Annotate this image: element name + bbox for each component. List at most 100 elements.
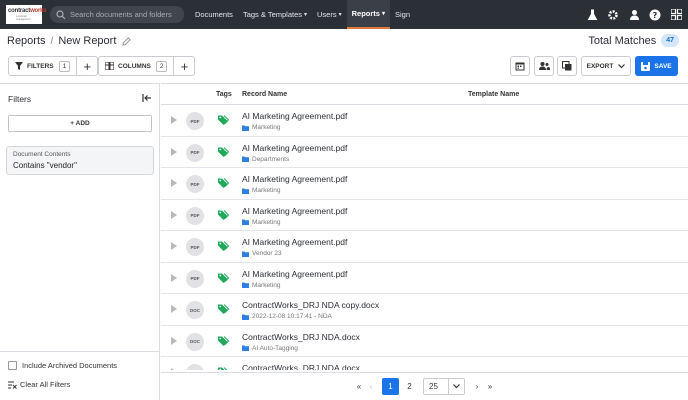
user-icon[interactable] <box>628 9 640 21</box>
folder-icon <box>242 314 249 320</box>
record-name-link[interactable]: AI Marketing Agreement.pdf <box>242 237 347 247</box>
page-size-select[interactable]: 25 <box>423 378 465 395</box>
expand-row-icon[interactable] <box>171 147 177 156</box>
columns-button[interactable]: COLUMNS 2 <box>99 57 175 75</box>
tags-icon[interactable] <box>217 366 229 370</box>
record-folder[interactable]: Marketing <box>242 219 281 226</box>
top-navbar: contractworks a contract management Docu… <box>0 0 688 29</box>
column-header-template-name[interactable]: Template Name <box>468 91 519 98</box>
last-page-button[interactable]: » <box>484 378 496 395</box>
search-icon <box>56 9 66 19</box>
contractworks-logo[interactable]: contractworks a contract management <box>6 5 47 24</box>
record-name-link[interactable]: AI Marketing Agreement.pdf <box>242 206 347 216</box>
table-row[interactable]: DOC ContractWorks_DRJ NDA.docx <box>161 357 688 370</box>
record-name-link[interactable]: AI Marketing Agreement.pdf <box>242 111 347 121</box>
help-icon[interactable]: ? <box>649 9 661 21</box>
record-folder[interactable]: Marketing <box>242 187 281 194</box>
chevron-down-icon <box>618 63 626 68</box>
tags-icon[interactable] <box>217 114 229 126</box>
page-title: New Report <box>58 35 117 47</box>
prev-page-button[interactable]: ‹ <box>365 378 377 395</box>
folder-icon <box>242 251 249 257</box>
record-name-link[interactable]: ContractWorks_DRJ NDA copy.docx <box>242 300 379 310</box>
collapse-sidebar-icon[interactable] <box>142 93 152 103</box>
record-folder[interactable]: Marketing <box>242 124 281 131</box>
tags-icon[interactable] <box>217 272 229 284</box>
tags-icon[interactable] <box>217 209 229 221</box>
expand-row-icon[interactable] <box>171 179 177 187</box>
table-row[interactable]: DOC ContractWorks_DRJ NDA copy.docx 2022-1… <box>161 294 688 326</box>
share-users-button[interactable] <box>534 56 554 76</box>
table-row[interactable]: PDF AI Marketing Agreement.pdf Marketing <box>161 263 688 294</box>
expand-row-icon[interactable] <box>171 242 177 250</box>
expand-row-icon[interactable] <box>171 305 177 313</box>
expand-row-icon[interactable] <box>171 210 177 219</box>
nav-tags-templates[interactable]: Tags & Templates ▾ <box>238 0 312 29</box>
record-name-link[interactable]: AI Marketing Agreement.pdf <box>242 174 347 184</box>
page-2-button[interactable]: 2 <box>401 378 418 395</box>
search-bar[interactable] <box>50 6 184 23</box>
clear-all-filters-button[interactable]: Clear All Filters <box>8 380 70 389</box>
record-name-link[interactable]: ContractWorks_DRJ NDA.docx <box>242 332 360 342</box>
table-row[interactable]: PDF AI Marketing Agreement.pdf Marketing <box>161 168 688 200</box>
table-row[interactable]: DOC ContractWorks_DRJ NDA.docx AI Auto-Tag… <box>161 326 688 357</box>
expand-row-icon[interactable] <box>171 336 177 345</box>
include-archived-label[interactable]: Include Archived Documents <box>22 361 117 370</box>
add-column-plus-button[interactable]: + <box>174 57 194 75</box>
nav-sign[interactable]: Sign <box>390 0 415 29</box>
tags-icon[interactable] <box>217 335 229 347</box>
flask-icon[interactable] <box>586 9 598 21</box>
record-folder[interactable]: Vendor 23 <box>242 250 282 257</box>
folder-icon <box>242 345 249 351</box>
nav-users[interactable]: Users ▾ <box>312 0 347 29</box>
record-folder[interactable]: AI Auto-Tagging <box>242 345 298 352</box>
tags-icon[interactable] <box>217 177 229 189</box>
table-row[interactable]: PDF AI Marketing Agreement.pdf Marketing <box>161 105 688 137</box>
file-type-icon: DOC <box>186 332 204 351</box>
page-1-button[interactable]: 1 <box>382 378 399 395</box>
expand-row-icon[interactable] <box>171 368 177 370</box>
column-header-tags[interactable]: Tags <box>216 91 232 98</box>
column-header-record-name[interactable]: Record Name <box>242 91 287 98</box>
page-header: Reports / New Report Total Matches 47 <box>0 29 688 53</box>
record-folder[interactable]: Marketing <box>242 282 281 289</box>
gear-icon[interactable] <box>607 9 619 21</box>
next-page-button[interactable]: › <box>471 378 483 395</box>
record-name-link[interactable]: AI Marketing Agreement.pdf <box>242 143 347 153</box>
filter-card-document-contents[interactable]: Document Contents Contains "vendor" <box>6 146 154 175</box>
breadcrumb: Reports / New Report <box>7 35 132 47</box>
first-page-button[interactable]: « <box>353 378 365 395</box>
save-button[interactable]: SAVE <box>635 56 678 76</box>
record-folder[interactable]: 2022-12-08 10:17:41 - NDA <box>242 313 332 320</box>
nav-reports[interactable]: Reports ▾ <box>346 0 390 29</box>
page-size-dropdown[interactable] <box>448 379 464 394</box>
expand-row-icon[interactable] <box>171 116 177 124</box>
edit-pencil-icon[interactable] <box>122 36 132 46</box>
table-row[interactable]: PDF AI Marketing Agreement.pdf Departments <box>161 137 688 168</box>
tags-icon[interactable] <box>217 240 229 252</box>
search-input[interactable] <box>70 10 180 19</box>
add-filter-plus-button[interactable]: + <box>77 57 97 75</box>
filters-group: FILTERS 1 + <box>8 56 99 76</box>
export-button[interactable]: EXPORT <box>581 56 631 76</box>
users-share-icon <box>538 62 550 70</box>
folder-name: Marketing <box>252 281 281 289</box>
tags-icon[interactable] <box>217 303 229 315</box>
record-name-link[interactable]: ContractWorks_DRJ NDA.docx <box>242 363 360 370</box>
add-filter-button[interactable]: + ADD <box>8 115 152 132</box>
save-disk-icon <box>641 61 651 71</box>
breadcrumb-reports[interactable]: Reports <box>7 35 46 47</box>
table-row[interactable]: PDF AI Marketing Agreement.pdf Marketing <box>161 200 688 231</box>
calendar-button[interactable] <box>510 56 530 76</box>
duplicate-button[interactable] <box>557 56 577 76</box>
filters-button[interactable]: FILTERS 1 <box>9 57 78 75</box>
columns-icon <box>105 62 114 70</box>
table-row[interactable]: PDF AI Marketing Agreement.pdf Vendor 23 <box>161 231 688 263</box>
tags-icon[interactable] <box>217 146 229 158</box>
expand-row-icon[interactable] <box>171 273 177 282</box>
include-archived-checkbox[interactable] <box>8 361 17 370</box>
nav-documents[interactable]: Documents <box>190 0 238 29</box>
record-name-link[interactable]: AI Marketing Agreement.pdf <box>242 269 347 279</box>
record-folder[interactable]: Departments <box>242 156 289 163</box>
apps-grid-icon[interactable] <box>670 9 682 21</box>
